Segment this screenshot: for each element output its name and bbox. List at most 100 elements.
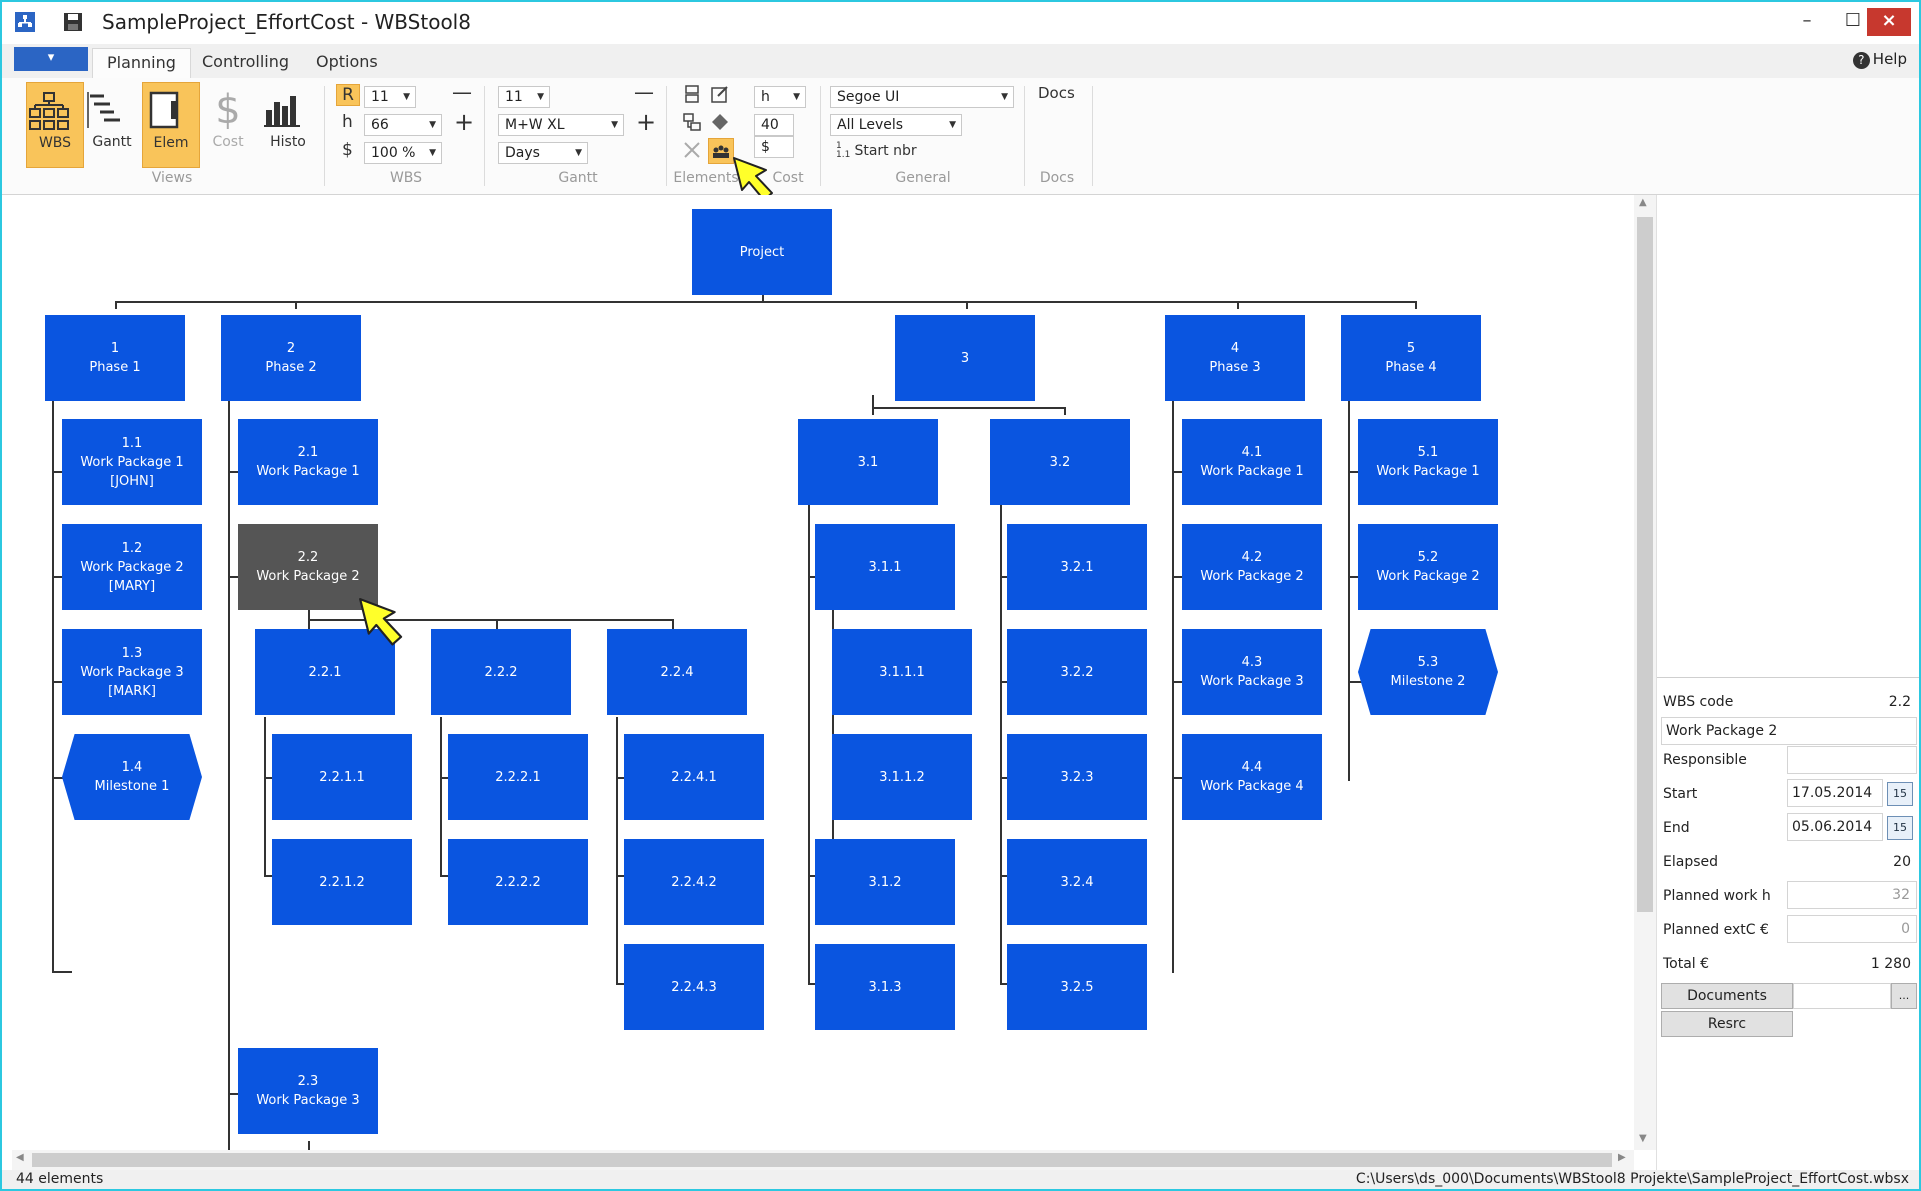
cost-view-button[interactable]: $ Cost [200,82,256,166]
wbs-decrease-icon[interactable]: — [452,80,472,104]
wbs-node-1-2[interactable]: 1.2 Work Package 2 [MARY] [62,524,202,610]
horizontal-scrollbar[interactable]: ◀ ▶ [12,1150,1634,1170]
close-button[interactable]: × [1867,8,1911,36]
gantt-increase-icon[interactable]: + [636,108,656,136]
end-date-field[interactable]: 05.06.2014 [1787,813,1883,841]
wbs-node-3-2-2[interactable]: 3.2.2 [1007,629,1147,715]
wbs-node-3-2-5[interactable]: 3.2.5 [1007,944,1147,1030]
tab-options[interactable]: Options [302,48,392,78]
resrc-button[interactable]: Resrc [1661,1011,1793,1037]
r-toggle-button[interactable]: R [336,84,360,106]
wbs-node-3[interactable]: 3 [895,315,1035,401]
wbs-node-1-3[interactable]: 1.3 Work Package 3 [MARK] [62,629,202,715]
documents-button[interactable]: Documents [1661,983,1793,1009]
wbs-node-3-2-4[interactable]: 3.2.4 [1007,839,1147,925]
add-child-icon[interactable] [682,112,702,132]
wbs-node-4-1[interactable]: 4.1 Work Package 1 [1182,419,1322,505]
start-date-field[interactable]: 17.05.2014 [1787,779,1883,807]
elem-view-button[interactable]: Elem [142,82,200,168]
wbs-node-2-2-selected[interactable]: 2.2 Work Package 2 [238,524,378,610]
wbs-node-2-2-2-1[interactable]: 2.2.2.1 [448,734,588,820]
wbs-node-3-2-3[interactable]: 3.2.3 [1007,734,1147,820]
wbs-node-3-1-1[interactable]: 3.1.1 [815,524,955,610]
wbs-increase-icon[interactable]: + [454,108,474,136]
resources-button[interactable] [708,138,734,164]
insert-element-icon[interactable] [682,84,702,104]
node-code: 2.2.1.1 [319,769,365,785]
calendar-icon[interactable]: 15 [1887,782,1913,806]
wbs-node-project[interactable]: Project [692,209,832,295]
wbs-zoom-select[interactable]: 100 % ▼ [364,142,442,164]
save-icon[interactable] [62,11,84,33]
planned-extc-field[interactable]: 0 [1787,915,1917,943]
wbs-node-2-3[interactable]: 2.3 Work Package 3 [238,1048,378,1134]
documents-more-button[interactable]: ... [1891,983,1917,1009]
wbs-node-2-2-4-3[interactable]: 2.2.4.3 [624,944,764,1030]
wbs-node-3-1-3[interactable]: 3.1.3 [815,944,955,1030]
cost-hours-input[interactable]: 40 [754,114,794,136]
horizontal-scroll-thumb[interactable] [32,1153,1612,1167]
edit-element-icon[interactable] [710,84,730,104]
scroll-down-icon[interactable]: ▼ [1639,1133,1647,1144]
wbs-node-2-2-4-2[interactable]: 2.2.4.2 [624,839,764,925]
tab-controlling[interactable]: Controlling [188,48,303,78]
scroll-right-icon[interactable]: ▶ [1618,1152,1626,1163]
file-menu-button[interactable]: ▾ [14,47,88,71]
vertical-scroll-thumb[interactable] [1637,217,1653,912]
milestone-icon[interactable] [710,112,730,132]
wbs-node-2-1[interactable]: 2.1 Work Package 1 [238,419,378,505]
gantt-font-size-select[interactable]: 11 ▼ [498,86,550,108]
responsible-field[interactable] [1787,746,1917,774]
wbs-node-3-1-1-1[interactable]: 3.1.1.1 [832,629,972,715]
wbs-node-2-2-4-1[interactable]: 2.2.4.1 [624,734,764,820]
wbs-milestone-1-4[interactable]: 1.4 Milestone 1 [62,734,202,820]
wbs-node-2[interactable]: 2 Phase 2 [221,315,361,401]
cost-unit-select[interactable]: h ▼ [754,86,806,108]
wbs-node-5[interactable]: 5 Phase 4 [1341,315,1481,401]
wbs-milestone-5-3[interactable]: 5.3 Milestone 2 [1358,629,1498,715]
wbs-node-2-2-2-2[interactable]: 2.2.2.2 [448,839,588,925]
wbs-canvas[interactable]: Project 1 Phase 1 2 Phase 2 3 4 Phase 3 5 Ph… [12,195,1634,1150]
element-name-field[interactable]: Work Package 2 [1661,717,1917,745]
scroll-left-icon[interactable]: ◀ [16,1152,24,1163]
wbs-font-size-select[interactable]: 11 ▼ [364,86,416,108]
wbs-node-3-1[interactable]: 3.1 [798,419,938,505]
wbs-node-4[interactable]: 4 Phase 3 [1165,315,1305,401]
gantt-decrease-icon[interactable]: — [634,80,654,104]
wbs-node-3-2-1[interactable]: 3.2.1 [1007,524,1147,610]
wbs-node-3-1-2[interactable]: 3.1.2 [815,839,955,925]
wbs-node-5-2[interactable]: 5.2 Work Package 2 [1358,524,1498,610]
planned-work-field[interactable]: 32 [1787,881,1917,909]
start-nbr-button[interactable]: 1 1.1 Start nbr [836,142,917,160]
tab-planning[interactable]: Planning [92,48,191,79]
histo-view-button[interactable]: Histo [260,82,316,166]
gantt-scale-select[interactable]: M+W XL ▼ [498,114,624,136]
scroll-up-icon[interactable]: ▲ [1639,197,1647,208]
delete-icon[interactable] [682,140,702,160]
wbs-node-1-1[interactable]: 1.1 Work Package 1 [JOHN] [62,419,202,505]
gantt-unit-select[interactable]: Days ▼ [498,142,588,164]
wbs-view-button[interactable]: WBS [26,82,84,168]
help-button[interactable]: ? Help [1852,50,1907,69]
wbs-height-select[interactable]: 66 ▼ [364,114,442,136]
calendar-icon[interactable]: 15 [1887,816,1913,840]
wbs-node-4-2[interactable]: 4.2 Work Package 2 [1182,524,1322,610]
wbs-node-5-1[interactable]: 5.1 Work Package 1 [1358,419,1498,505]
wbs-node-2-2-1-1[interactable]: 2.2.1.1 [272,734,412,820]
documents-field[interactable] [1793,983,1891,1009]
wbs-node-2-2-4[interactable]: 2.2.4 [607,629,747,715]
cost-currency-input[interactable]: $ [754,136,794,158]
gantt-view-button[interactable]: Gantt [84,82,140,166]
vertical-scrollbar[interactable]: ▲ ▼ [1634,195,1656,1150]
wbs-node-3-2[interactable]: 3.2 [990,419,1130,505]
minimize-button[interactable]: – [1785,8,1829,36]
wbs-node-2-2-2[interactable]: 2.2.2 [431,629,571,715]
general-levels-select[interactable]: All Levels ▼ [830,114,962,136]
docs-button[interactable]: Docs [1038,84,1075,102]
wbs-node-1[interactable]: 1 Phase 1 [45,315,185,401]
wbs-node-4-4[interactable]: 4.4 Work Package 4 [1182,734,1322,820]
general-font-select[interactable]: Segoe UI ▼ [830,86,1014,108]
wbs-node-4-3[interactable]: 4.3 Work Package 3 [1182,629,1322,715]
wbs-node-3-1-1-2[interactable]: 3.1.1.2 [832,734,972,820]
wbs-node-2-2-1-2[interactable]: 2.2.1.2 [272,839,412,925]
